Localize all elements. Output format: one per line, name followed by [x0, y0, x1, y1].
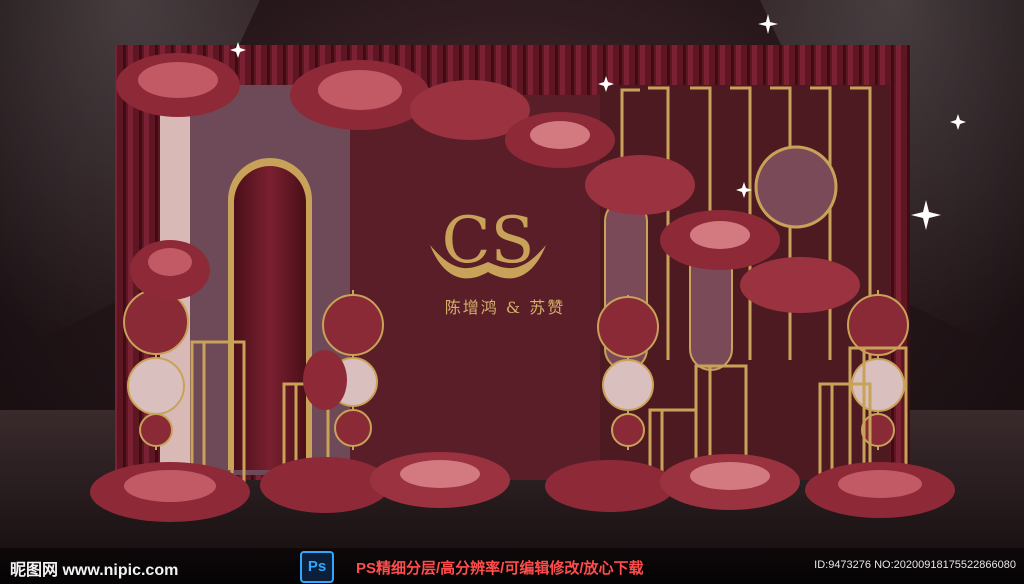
site-label: 昵图网 www.nipic.com: [10, 562, 179, 579]
right-circle-disc: [754, 145, 838, 229]
couple-names: 陈增鸿 & 苏赞: [444, 298, 566, 317]
backdrop-illustration: CS: [0, 0, 1024, 548]
watermark-bar: 昵图网 www.nipic.com Ps PS精细分层/高分辨率/可编辑修改/放…: [0, 548, 1024, 584]
image-id-text: ID:9473276 NO:20200918175522866080: [814, 559, 1016, 571]
wedding-backdrop-scene: CS 陈增鸿 & 苏赞 昵图网 www.nipic.com Ps PS精细分层/…: [0, 0, 1024, 584]
photoshop-icon: Ps: [300, 551, 334, 583]
monogram-logo: CS: [430, 204, 546, 279]
watermark-slogan: PS精细分层/高分辨率/可编辑修改/放心下载: [356, 560, 644, 577]
